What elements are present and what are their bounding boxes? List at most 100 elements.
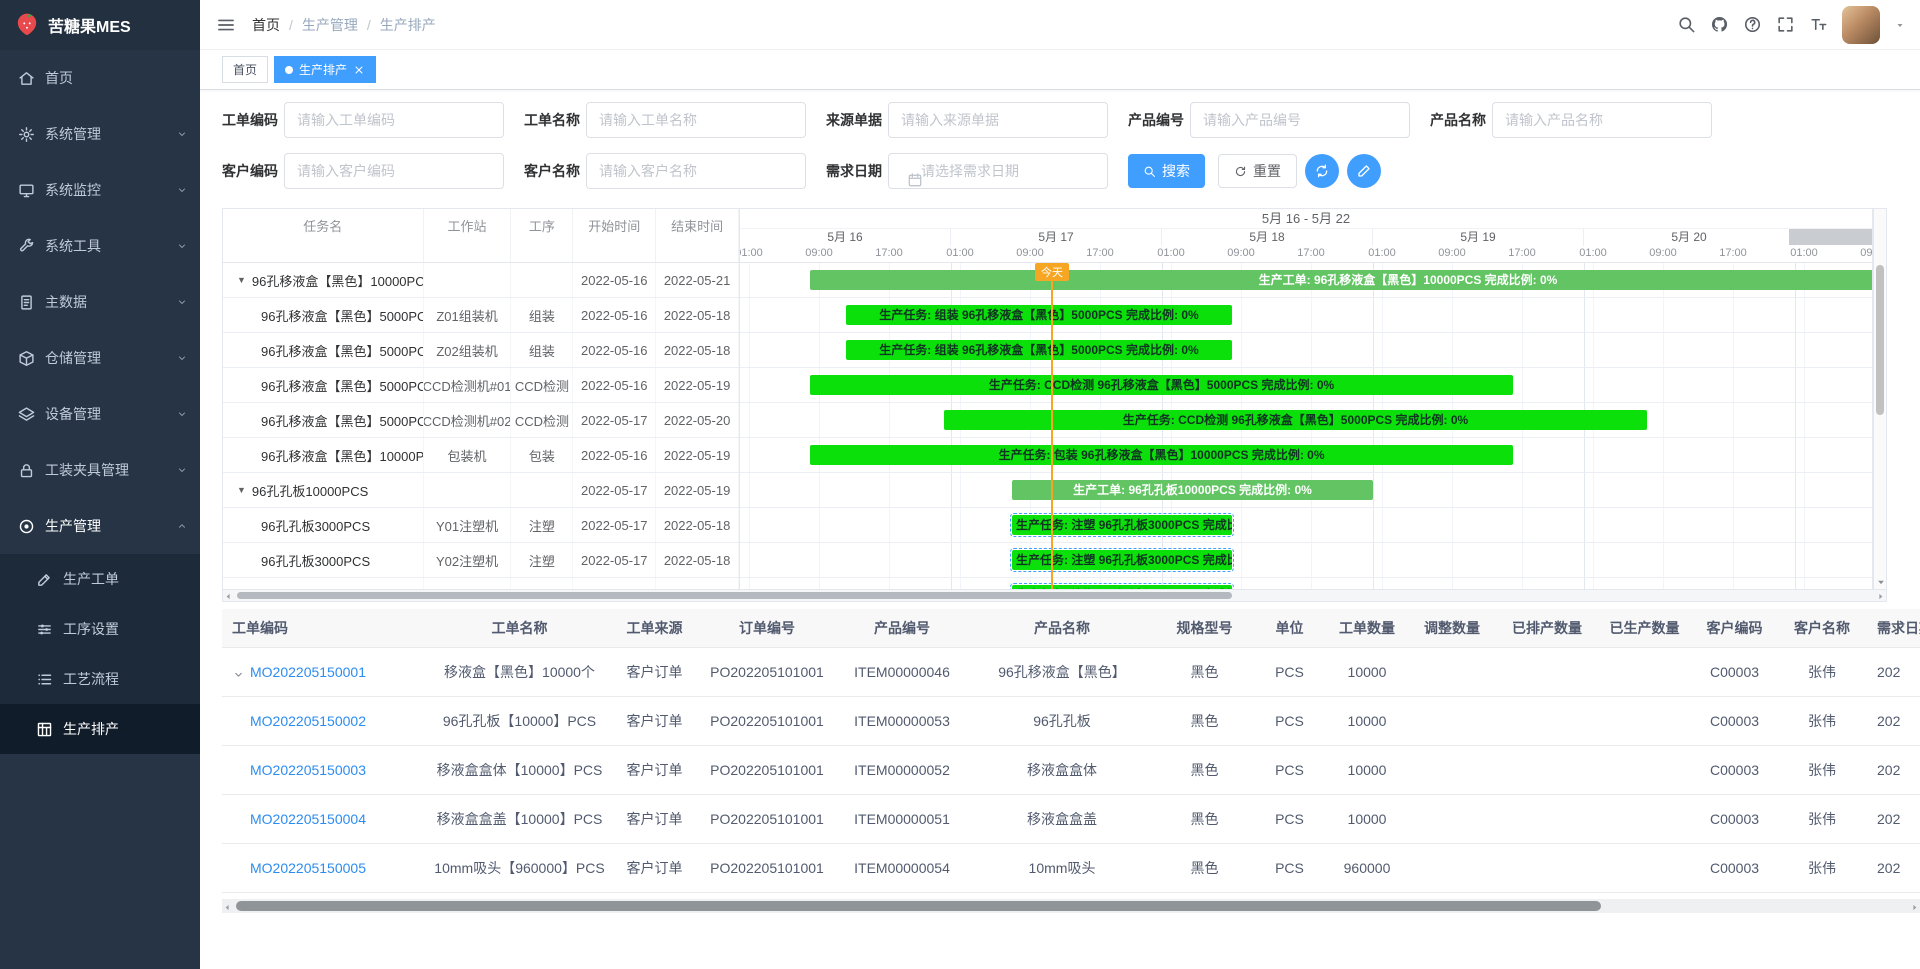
- gantt-bar-order[interactable]: 生产工单: 96孔孔板10000PCS 完成比例: 0%: [1012, 480, 1373, 500]
- demand-date-input[interactable]: 请选择需求日期: [888, 153, 1108, 189]
- sidebar-subitem-0[interactable]: 生产工单: [0, 554, 200, 604]
- filter-input[interactable]: 请输入工单名称: [586, 102, 806, 138]
- timeline-scroll-corner[interactable]: [1789, 229, 1873, 245]
- order-cell-scheduled: [1497, 745, 1597, 794]
- gantt-bar-task[interactable]: 生产任务: CCD检测 96孔移液盒【黑色】5000PCS 完成比例: 0%: [944, 410, 1647, 430]
- sidebar-subitem-1[interactable]: 工序设置: [0, 604, 200, 654]
- sidebar-item-4[interactable]: 主数据: [0, 274, 200, 330]
- order-row[interactable]: MO20220515000296孔孔板【10000】PCS客户订单PO20220…: [222, 696, 1920, 745]
- work-order-link[interactable]: MO202205150005: [250, 860, 366, 876]
- search-button[interactable]: 搜索: [1128, 154, 1205, 188]
- question-button[interactable]: [1743, 15, 1762, 34]
- user-avatar[interactable]: [1842, 6, 1880, 44]
- task-process: 包装: [511, 438, 573, 472]
- gantt-task-row[interactable]: ▼96孔孔板10000PCS2022-05-172022-05-19: [223, 473, 739, 508]
- breadcrumb-item[interactable]: 首页: [252, 15, 280, 35]
- sidebar-item-5[interactable]: 仓储管理: [0, 330, 200, 386]
- breadcrumb-item[interactable]: 生产管理: [302, 15, 358, 35]
- breadcrumb-item[interactable]: 生产排产: [380, 15, 436, 35]
- sidebar: 苦糖果MES 首页系统管理系统监控系统工具主数据仓储管理设备管理工装夹具管理生产…: [0, 0, 200, 969]
- gantt-task-row[interactable]: ▼96孔移液盒【黑色】10000PCS2022-05-162022-05-21: [223, 263, 739, 298]
- order-cell-order_no: PO202205101001: [697, 843, 837, 892]
- tab-0[interactable]: 首页: [222, 56, 268, 83]
- reset-button[interactable]: 重置: [1218, 154, 1297, 188]
- tab-1[interactable]: 生产排产: [274, 56, 376, 83]
- tri-right-icon[interactable]: [1910, 903, 1919, 912]
- search-icon: [1143, 165, 1156, 178]
- gantt-task-row[interactable]: 96孔移液盒【黑色】5000PCSCCD检测机#02CCD检测2022-05-1…: [223, 403, 739, 438]
- search-icon: [1677, 15, 1696, 34]
- order-row[interactable]: MO20220515000510mm吸头【960000】PCS客户订单PO202…: [222, 843, 1920, 892]
- scroll-down-icon[interactable]: [1875, 578, 1885, 588]
- gantt-bar-task[interactable]: 生产任务: 包装 96孔移液盒【黑色】10000PCS 完成比例: 0%: [810, 445, 1513, 465]
- task-name: 96孔孔板3000PCS: [261, 516, 370, 535]
- gantt-task-row[interactable]: 96孔孔板3000PCSY01注塑机注塑2022-05-172022-05-18: [223, 508, 739, 543]
- filter-input[interactable]: 请输入产品名称: [1492, 102, 1712, 138]
- sidebar-item-2[interactable]: 系统监控: [0, 162, 200, 218]
- order-row[interactable]: MO202205150004移液盒盒盖【10000】PCS客户订单PO20220…: [222, 794, 1920, 843]
- tri-left-icon[interactable]: [223, 903, 232, 912]
- sidebar-item-label: 系统监控: [45, 180, 176, 200]
- filter-input[interactable]: 请输入来源单据: [888, 102, 1108, 138]
- user-menu-caret-icon[interactable]: [1894, 19, 1906, 31]
- github-button[interactable]: [1710, 15, 1729, 34]
- layers-icon: [18, 406, 35, 423]
- order-row[interactable]: MO202205150003移液盒盒体【10000】PCS客户订单PO20220…: [222, 745, 1920, 794]
- gantt-bar-task[interactable]: 生产任务: 组装 96孔移液盒【黑色】5000PCS 完成比例: 0%: [846, 340, 1232, 360]
- work-order-link[interactable]: MO202205150004: [250, 811, 366, 827]
- filter-input[interactable]: 请输入客户编码: [284, 153, 504, 189]
- font-size-button[interactable]: [1809, 15, 1828, 34]
- tab-close-icon[interactable]: [353, 64, 365, 76]
- scrollbar-thumb[interactable]: [236, 901, 1601, 911]
- sidebar-toggle-icon[interactable]: [216, 15, 236, 35]
- row-expand-icon[interactable]: [232, 666, 245, 679]
- sidebar-item-6[interactable]: 设备管理: [0, 386, 200, 442]
- filter-input[interactable]: 请输入客户名称: [586, 153, 806, 189]
- scrollbar-thumb[interactable]: [1876, 265, 1884, 415]
- input-placeholder: 请输入客户编码: [297, 161, 395, 181]
- gantt-column-header: 工作站: [424, 209, 512, 262]
- refresh-gantt-button[interactable]: [1305, 154, 1339, 188]
- sidebar-item-0[interactable]: 首页: [0, 50, 200, 106]
- gantt-task-row[interactable]: 96孔移液盒【黑色】5000PCSCCD检测机#01CCD检测2022-05-1…: [223, 368, 739, 403]
- work-order-link[interactable]: MO202205150001: [250, 664, 366, 680]
- collapse-triangle-icon[interactable]: ▼: [237, 485, 246, 495]
- scrollbar-thumb[interactable]: [237, 592, 1232, 599]
- gantt-horizontal-scrollbar[interactable]: [222, 590, 1887, 602]
- gantt-task-row[interactable]: 96孔移液盒【黑色】5000PCSZ02组装机组装2022-05-162022-…: [223, 333, 739, 368]
- fullscreen-button[interactable]: [1776, 15, 1795, 34]
- tri-left-icon[interactable]: [224, 592, 233, 601]
- gantt-task-row[interactable]: 96孔孔板3000PCSY02注塑机注塑2022-05-172022-05-18: [223, 543, 739, 578]
- monitor-icon: [18, 182, 35, 199]
- sidebar-item-3[interactable]: 系统工具: [0, 218, 200, 274]
- work-order-link[interactable]: MO202205150002: [250, 713, 366, 729]
- sidebar-item-1[interactable]: 系统管理: [0, 106, 200, 162]
- filter-input[interactable]: 请输入工单编码: [284, 102, 504, 138]
- gantt-task-row[interactable]: 96孔孔板4000PCSY03注塑机注塑2022-05-172022-05-18: [223, 578, 739, 590]
- orders-column-header: 已排产数量: [1497, 609, 1597, 647]
- gantt-vertical-scrollbar[interactable]: [1873, 208, 1887, 590]
- gantt-bar-task[interactable]: 生产任务: 注塑 96孔孔板3000PCS 完成比例: 0%: [1012, 515, 1232, 535]
- orders-horizontal-scrollbar[interactable]: [222, 899, 1920, 913]
- sidebar-subitem-3[interactable]: 生产排产: [0, 704, 200, 754]
- main-area: 首页/生产管理/生产排产 首页生产排产 工单编码请输入工单编码工单名称请输入工单…: [200, 0, 1920, 969]
- work-order-link[interactable]: MO202205150003: [250, 762, 366, 778]
- gantt-bar-order[interactable]: 生产工单: 96孔移液盒【黑色】10000PCS 完成比例: 0%: [810, 270, 1873, 290]
- edit-schedule-button[interactable]: [1347, 154, 1381, 188]
- order-cell-cust_name: 张伟: [1777, 745, 1867, 794]
- gantt-task-row[interactable]: 96孔移液盒【黑色】5000PCSZ01组装机组装2022-05-162022-…: [223, 298, 739, 333]
- gantt-bar-task[interactable]: 生产任务: CCD检测 96孔移液盒【黑色】5000PCS 完成比例: 0%: [810, 375, 1513, 395]
- order-row[interactable]: MO202205150001移液盒【黑色】10000个客户订单PO2022051…: [222, 647, 1920, 696]
- tri-right-icon[interactable]: [1876, 592, 1885, 601]
- gantt-bar-task[interactable]: 生产任务: 注塑 96孔孔板3000PCS 完成比例: 0%: [1012, 550, 1232, 570]
- chevron-down-icon[interactable]: [232, 668, 245, 681]
- sidebar-item-8[interactable]: 生产管理: [0, 498, 200, 554]
- collapse-triangle-icon[interactable]: ▼: [237, 275, 246, 285]
- tri-down-icon[interactable]: [1876, 577, 1886, 587]
- sidebar-item-7[interactable]: 工装夹具管理: [0, 442, 200, 498]
- filter-input[interactable]: 请输入产品编号: [1190, 102, 1410, 138]
- search-button[interactable]: [1677, 15, 1696, 34]
- gantt-task-row[interactable]: 96孔移液盒【黑色】10000PCS包装机包装2022-05-162022-05…: [223, 438, 739, 473]
- sidebar-subitem-2[interactable]: 工艺流程: [0, 654, 200, 704]
- gantt-bar-task[interactable]: 生产任务: 组装 96孔移液盒【黑色】5000PCS 完成比例: 0%: [846, 305, 1232, 325]
